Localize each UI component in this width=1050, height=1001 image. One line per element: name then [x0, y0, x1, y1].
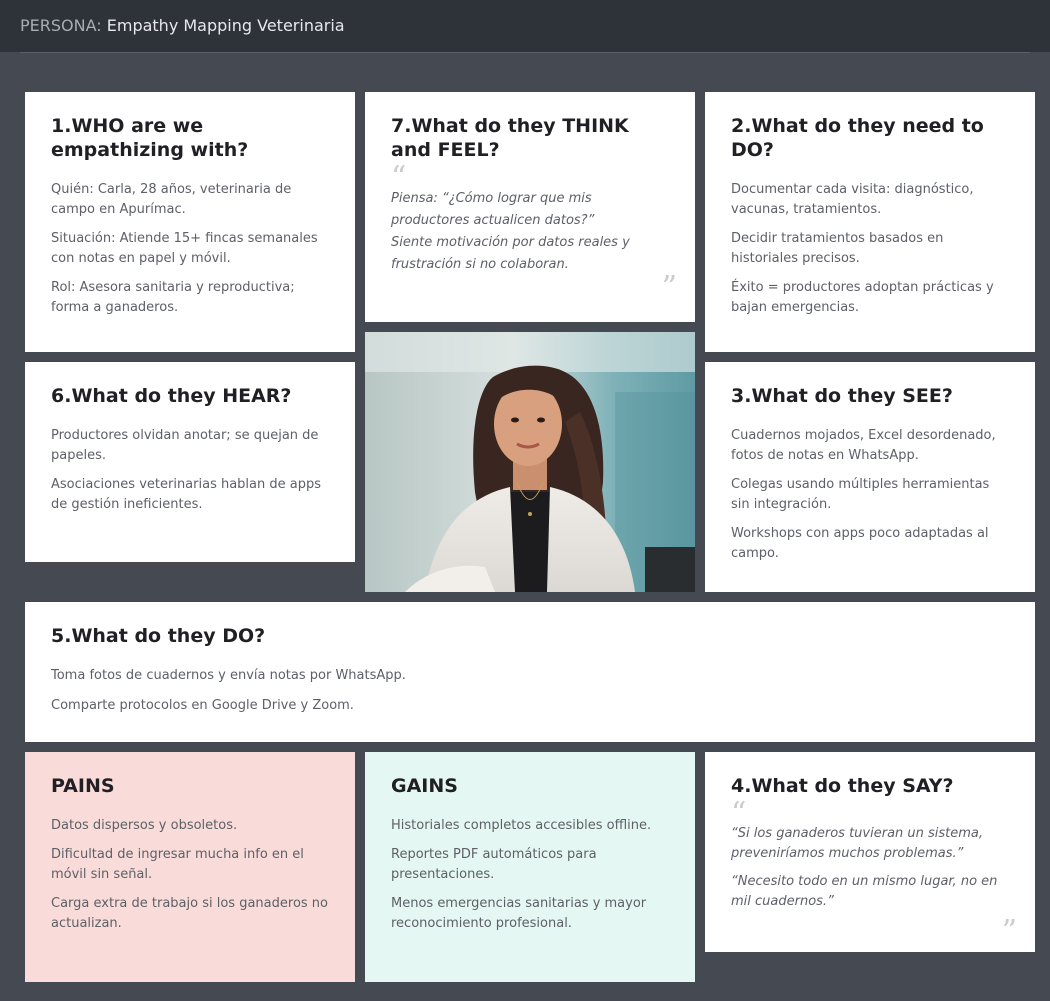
need-item: Documentar cada visita: diagnóstico, vac… — [731, 182, 974, 217]
do-item: Toma fotos de cuadernos y envía notas po… — [51, 668, 406, 683]
gains-item: Reportes PDF automáticos para presentaci… — [391, 847, 597, 882]
see-item: Cuadernos mojados, Excel desordenado, fo… — [731, 428, 996, 463]
open-quote-icon: “ — [391, 160, 407, 195]
say-quote: “Si los ganaderos tuvieran un sistema, p… — [731, 826, 984, 861]
hear-card: 6.What do they HEAR? Productores olvidan… — [25, 362, 355, 562]
open-quote-icon: “ — [731, 796, 747, 831]
feel-line: Siente motivación por datos reales y fru… — [391, 235, 630, 272]
do-item: Comparte protocolos en Google Drive y Zo… — [51, 698, 354, 713]
think-line: Piensa: “¿Cómo lograr que mis productore… — [391, 191, 595, 228]
say-quote: “Necesito todo en un mismo lugar, no en … — [731, 874, 998, 909]
persona-title: Empathy Mapping Veterinaria — [106, 16, 345, 35]
header-divider — [20, 52, 1030, 53]
who-title: 1.WHO are we empathizing with? — [51, 115, 249, 161]
gains-item: Menos emergencias sanitarias y mayor rec… — [391, 896, 647, 931]
page-title: PERSONA: Empathy Mapping Veterinaria — [20, 16, 345, 36]
hear-item: Productores olvidan anotar; se quejan de… — [51, 428, 319, 463]
see-item: Workshops con apps poco adaptadas al cam… — [731, 526, 989, 561]
pains-title: PAINS — [51, 775, 115, 797]
see-card: 3.What do they SEE? Cuadernos mojados, E… — [705, 362, 1035, 592]
gains-title: GAINS — [391, 775, 458, 797]
need-title: 2.What do they need to DO? — [731, 115, 984, 161]
pains-item: Datos dispersos y obsoletos. — [51, 818, 238, 833]
say-card: 4.What do they SAY? “ “Si los ganaderos … — [705, 752, 1035, 952]
think-feel-card: 7.What do they THINK and FEEL? “ Piensa:… — [365, 92, 695, 322]
persona-photo — [365, 332, 695, 592]
gains-card: GAINS Historiales completos accesibles o… — [365, 752, 695, 982]
who-card: 1.WHO are we empathizing with? Quién: Ca… — [25, 92, 355, 352]
do-title: 5.What do they DO? — [51, 625, 266, 647]
gains-item: Historiales completos accesibles offline… — [391, 818, 652, 833]
pains-item: Carga extra de trabajo si los ganaderos … — [51, 896, 328, 931]
need-card: 2.What do they need to DO? Documentar ca… — [705, 92, 1035, 352]
top-bar: PERSONA: Empathy Mapping Veterinaria — [0, 0, 1050, 52]
see-item: Colegas usando múltiples herramientas si… — [731, 477, 990, 512]
pains-card: PAINS Datos dispersos y obsoletos. Dific… — [25, 752, 355, 982]
close-quote-icon: ” — [661, 270, 677, 305]
hear-item: Asociaciones veterinarias hablan de apps… — [51, 477, 322, 512]
do-card: 5.What do they DO? Toma fotos de cuadern… — [25, 602, 1035, 742]
pains-item: Dificultad de ingresar mucha info en el … — [51, 847, 304, 882]
need-item: Éxito = productores adoptan prácticas y … — [731, 280, 994, 315]
close-quote-icon: ” — [1001, 914, 1017, 949]
who-item: Rol: Asesora sanitaria y reproductiva; f… — [51, 280, 295, 315]
who-item: Situación: Atiende 15+ fincas semanales … — [51, 231, 318, 266]
think-title: 7.What do they THINK and FEEL? — [391, 115, 629, 161]
see-title: 3.What do they SEE? — [731, 385, 953, 407]
hear-title: 6.What do they HEAR? — [51, 385, 292, 407]
persona-prefix: PERSONA: — [20, 16, 102, 35]
say-title: 4.What do they SAY? — [731, 775, 954, 797]
who-item: Quién: Carla, 28 años, veterinaria de ca… — [51, 182, 292, 217]
need-item: Decidir tratamientos basados en historia… — [731, 231, 944, 266]
